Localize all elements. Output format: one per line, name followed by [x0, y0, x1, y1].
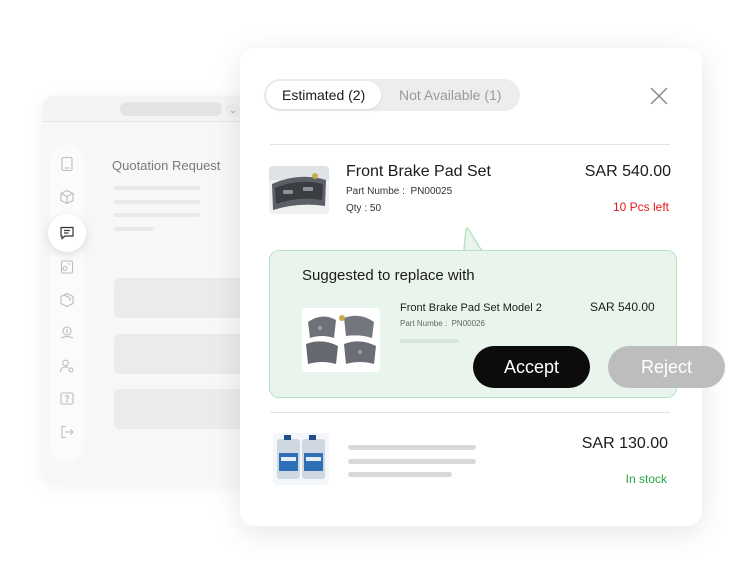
quotation-card: Estimated (2) Not Available (1) Front Br…: [240, 48, 702, 526]
logout-icon[interactable]: [59, 424, 75, 440]
user-settings-icon[interactable]: [59, 358, 75, 374]
suggested-item-price: SAR 540.00: [590, 300, 655, 314]
chat-icon: [60, 226, 74, 240]
placeholder-line: [114, 200, 200, 204]
tab-not-available[interactable]: Not Available (1): [399, 79, 501, 111]
item-quantity: Qty : 50: [346, 203, 381, 214]
placeholder-line: [114, 227, 154, 231]
item-name: Front Brake Pad Set: [346, 163, 491, 180]
money-icon[interactable]: [59, 325, 75, 341]
qty-value: 50: [369, 203, 382, 214]
reject-button[interactable]: Reject: [608, 346, 725, 388]
part-number-label: Part Numbe :: [400, 319, 448, 328]
stock-badge: 10 Pcs left: [612, 200, 669, 214]
part-number-label: Part Numbe :: [346, 186, 405, 197]
item-price: SAR 540.00: [584, 163, 671, 180]
qty-label: Qty :: [346, 203, 368, 214]
close-icon[interactable]: [648, 85, 670, 107]
placeholder-line: [348, 459, 476, 464]
item-price: SAR 130.00: [581, 435, 668, 452]
divider: [270, 144, 670, 145]
part-number-value: PN00025: [410, 186, 453, 197]
help-icon[interactable]: [59, 391, 75, 407]
placeholder-line: [348, 445, 476, 450]
package-icon[interactable]: [59, 292, 75, 308]
tab-estimated[interactable]: Estimated (2): [266, 81, 382, 109]
chevron-down-icon[interactable]: ⌄: [226, 103, 240, 117]
brake-pad-model-image: [302, 308, 380, 372]
invoice-icon[interactable]: [59, 259, 75, 275]
accept-button[interactable]: Accept: [473, 346, 590, 388]
stock-badge: In stock: [625, 472, 667, 486]
box-icon[interactable]: [59, 189, 75, 205]
part-number-value: PN00026: [451, 319, 485, 328]
suggested-item-name: Front Brake Pad Set Model 2: [400, 302, 542, 314]
document-icon[interactable]: [59, 156, 75, 172]
suggested-item-part-number: Part Numbe : PN00026: [400, 319, 485, 328]
placeholder-line: [400, 339, 458, 343]
placeholder-line: [114, 186, 200, 190]
oil-bottles-image: [273, 433, 329, 485]
brake-pad-image: [269, 166, 329, 214]
item-part-number: Part Numbe : PN00025: [346, 186, 452, 197]
background-search-bar: [120, 102, 222, 116]
sidebar-item-quotations[interactable]: [48, 214, 86, 252]
suggestion-title: Suggested to replace with: [302, 267, 475, 284]
tab-bar: Estimated (2) Not Available (1): [264, 79, 520, 111]
placeholder-line: [348, 472, 452, 477]
divider: [270, 412, 670, 413]
page-title: Quotation Request: [112, 158, 221, 173]
sidebar-rail: [48, 144, 86, 462]
placeholder-line: [114, 213, 200, 217]
